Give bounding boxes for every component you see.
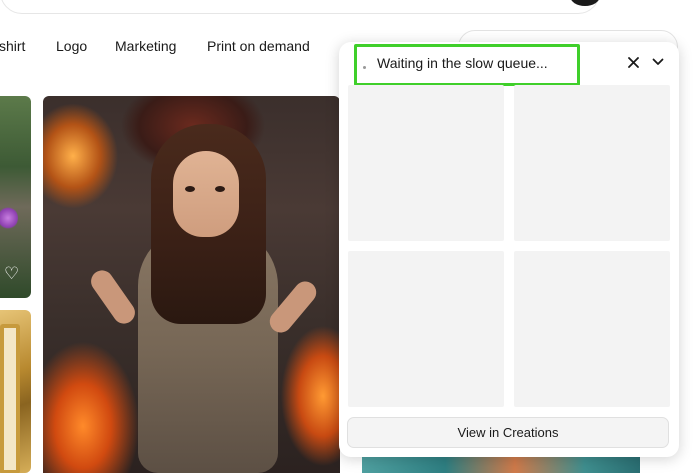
- nav-item-print-on-demand[interactable]: Print on demand: [207, 38, 310, 54]
- image-placeholder: [348, 251, 504, 407]
- search-bar[interactable]: [0, 0, 600, 14]
- nav-item-marketing[interactable]: Marketing: [115, 38, 176, 54]
- status-dot: [363, 66, 366, 69]
- figure-art: [86, 266, 140, 328]
- queue-status: Waiting in the slow queue...: [377, 55, 548, 71]
- image-placeholder: [348, 85, 504, 241]
- figure-art: [185, 186, 195, 192]
- heart-icon[interactable]: ♡: [4, 264, 19, 284]
- gallery-image-main[interactable]: [43, 96, 340, 473]
- panel-header: Waiting in the slow queue...: [339, 42, 679, 86]
- gallery-image[interactable]: [362, 456, 640, 473]
- nav-item-shirt[interactable]: shirt: [0, 38, 25, 54]
- figure-art: [215, 186, 225, 192]
- generation-panel: Waiting in the slow queue... View in Cre…: [339, 42, 679, 457]
- ornate-frame-art: [0, 324, 20, 473]
- flower-art: [0, 206, 18, 230]
- image-placeholder: [514, 251, 670, 407]
- gallery-image[interactable]: ♡: [0, 96, 31, 298]
- chevron-down-icon[interactable]: [648, 52, 668, 72]
- figure-art: [173, 151, 239, 237]
- nav-item-logo[interactable]: Logo: [56, 38, 87, 54]
- gallery-image[interactable]: [0, 310, 31, 473]
- image-placeholder: [514, 85, 670, 241]
- close-icon[interactable]: [623, 52, 643, 72]
- view-in-creations-button[interactable]: View in Creations: [347, 417, 669, 448]
